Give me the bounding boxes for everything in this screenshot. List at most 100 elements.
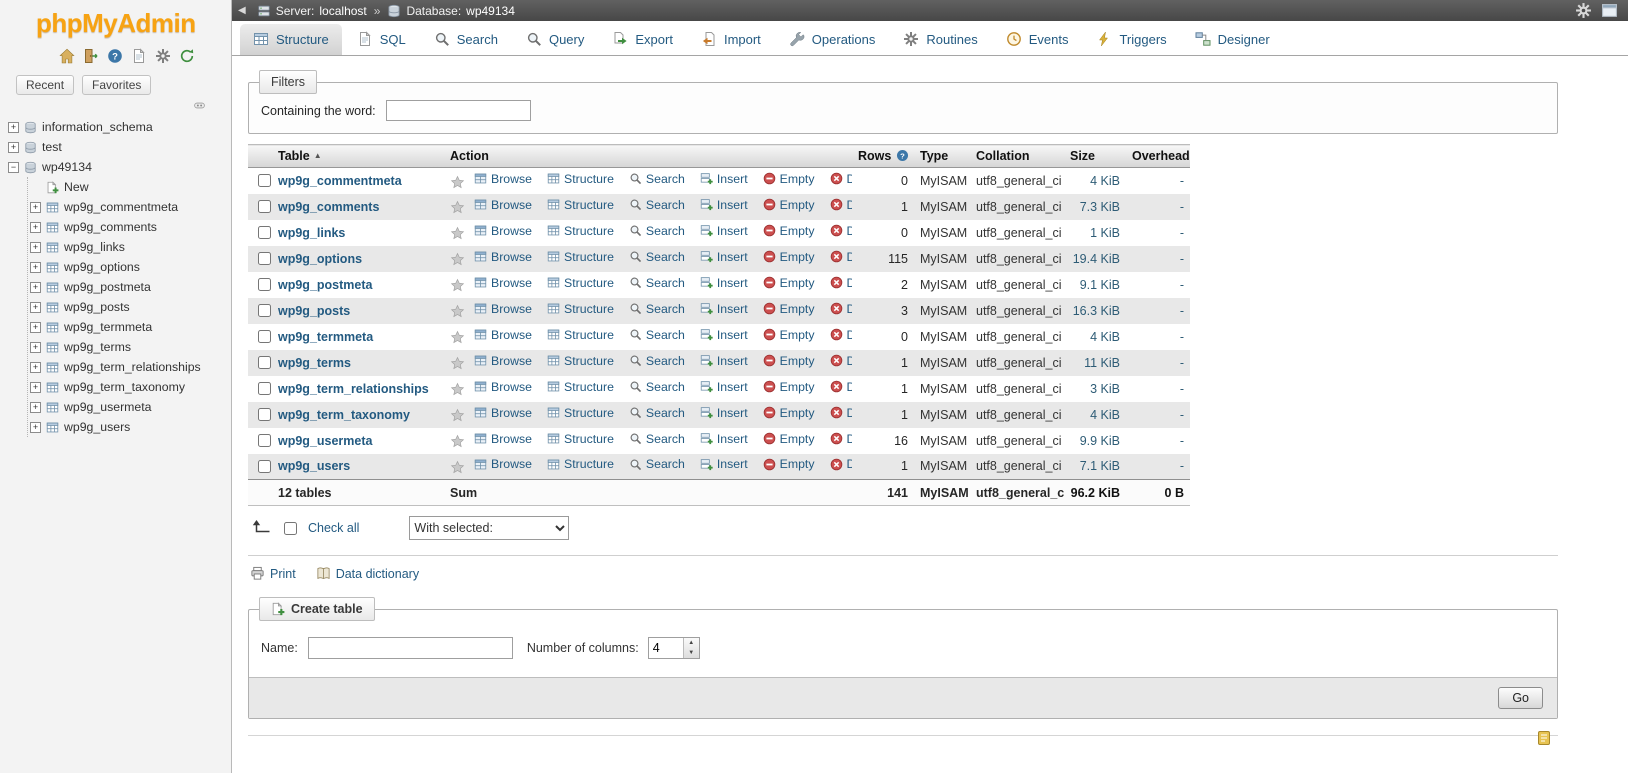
tree-item-wp9g_users[interactable]: +wp9g_users xyxy=(30,417,231,437)
expand-icon[interactable]: + xyxy=(30,342,41,353)
tree-item-wp9g_commentmeta[interactable]: +wp9g_commentmeta xyxy=(30,197,231,217)
action-browse-link[interactable]: Browse xyxy=(474,406,532,420)
action-drop-link[interactable]: Drop xyxy=(830,224,853,238)
action-drop-link[interactable]: Drop xyxy=(830,198,853,212)
tree-item-wp9g_terms[interactable]: +wp9g_terms xyxy=(30,337,231,357)
action-browse-link[interactable]: Browse xyxy=(474,198,532,212)
action-search-link[interactable]: Search xyxy=(629,250,685,264)
header-overhead[interactable]: Overhead xyxy=(1126,145,1190,168)
action-search-link[interactable]: Search xyxy=(629,276,685,290)
favorite-star-icon[interactable] xyxy=(450,226,465,241)
favorite-star-icon[interactable] xyxy=(450,175,465,190)
help-icon[interactable]: ? xyxy=(896,149,909,162)
action-search-link[interactable]: Search xyxy=(629,224,685,238)
tab-routines[interactable]: Routines xyxy=(890,24,990,55)
action-search-link[interactable]: Search xyxy=(629,380,685,394)
action-insert-link[interactable]: Insert xyxy=(700,302,748,316)
phpmyadmin-documentation-button[interactable]: ? xyxy=(106,47,124,65)
favorites-button[interactable]: Favorites xyxy=(82,75,151,95)
action-search-link[interactable]: Search xyxy=(629,328,685,342)
action-insert-link[interactable]: Insert xyxy=(700,198,748,212)
check-all-label[interactable]: Check all xyxy=(308,521,359,535)
expand-icon[interactable]: + xyxy=(30,282,41,293)
action-search-link[interactable]: Search xyxy=(629,457,685,471)
action-structure-link[interactable]: Structure xyxy=(547,276,614,290)
tree-item-wp9g_term_relationships[interactable]: +wp9g_term_relationships xyxy=(30,357,231,377)
action-browse-link[interactable]: Browse xyxy=(474,302,532,316)
action-search-link[interactable]: Search xyxy=(629,406,685,420)
preferences-gear-icon[interactable] xyxy=(1575,2,1592,19)
favorite-star-icon[interactable] xyxy=(450,356,465,371)
action-insert-link[interactable]: Insert xyxy=(700,224,748,238)
expand-icon[interactable]: + xyxy=(30,222,41,233)
action-empty-link[interactable]: Empty xyxy=(763,302,815,316)
favorite-star-icon[interactable] xyxy=(450,460,465,475)
with-selected-select[interactable]: With selected: xyxy=(409,516,569,540)
action-insert-link[interactable]: Insert xyxy=(700,380,748,394)
action-empty-link[interactable]: Empty xyxy=(763,198,815,212)
row-checkbox[interactable] xyxy=(258,356,271,369)
home-button[interactable] xyxy=(58,47,76,65)
action-empty-link[interactable]: Empty xyxy=(763,172,815,186)
action-browse-link[interactable]: Browse xyxy=(474,328,532,342)
row-checkbox[interactable] xyxy=(258,434,271,447)
favorite-star-icon[interactable] xyxy=(450,434,465,449)
favorite-star-icon[interactable] xyxy=(450,382,465,397)
action-search-link[interactable]: Search xyxy=(629,432,685,446)
action-structure-link[interactable]: Structure xyxy=(547,172,614,186)
row-checkbox[interactable] xyxy=(258,278,271,291)
print-link[interactable]: Print xyxy=(250,566,296,581)
table-name-link[interactable]: wp9g_usermeta xyxy=(278,434,372,448)
action-insert-link[interactable]: Insert xyxy=(700,354,748,368)
action-insert-link[interactable]: Insert xyxy=(700,172,748,186)
action-drop-link[interactable]: Drop xyxy=(830,380,853,394)
tree-item-wp9g_postmeta[interactable]: +wp9g_postmeta xyxy=(30,277,231,297)
table-name-link[interactable]: wp9g_terms xyxy=(278,356,351,370)
action-structure-link[interactable]: Structure xyxy=(547,380,614,394)
phpmyadmin-logo[interactable]: phpMyAdmin xyxy=(0,0,231,41)
action-structure-link[interactable]: Structure xyxy=(547,198,614,212)
action-drop-link[interactable]: Drop xyxy=(830,276,853,290)
table-name-link[interactable]: wp9g_term_relationships xyxy=(278,382,429,396)
expand-icon[interactable]: + xyxy=(30,322,41,333)
table-name-link[interactable]: wp9g_links xyxy=(278,226,345,240)
action-empty-link[interactable]: Empty xyxy=(763,328,815,342)
expand-icon[interactable]: + xyxy=(30,302,41,313)
tab-sql[interactable]: SQL xyxy=(344,24,419,55)
action-browse-link[interactable]: Browse xyxy=(474,432,532,446)
expand-icon[interactable]: + xyxy=(30,262,41,273)
action-structure-link[interactable]: Structure xyxy=(547,432,614,446)
go-button[interactable]: Go xyxy=(1498,687,1543,709)
action-structure-link[interactable]: Structure xyxy=(547,224,614,238)
action-empty-link[interactable]: Empty xyxy=(763,406,815,420)
expand-icon[interactable]: + xyxy=(30,242,41,253)
expand-icon[interactable]: + xyxy=(30,402,41,413)
action-insert-link[interactable]: Insert xyxy=(700,328,748,342)
favorite-star-icon[interactable] xyxy=(450,408,465,423)
action-search-link[interactable]: Search xyxy=(629,198,685,212)
mysql-documentation-button[interactable] xyxy=(130,47,148,65)
action-drop-link[interactable]: Drop xyxy=(830,432,853,446)
table-name-link[interactable]: wp9g_postmeta xyxy=(278,278,372,292)
row-checkbox[interactable] xyxy=(258,304,271,317)
row-checkbox[interactable] xyxy=(258,252,271,265)
row-checkbox[interactable] xyxy=(258,460,271,473)
table-name-link[interactable]: wp9g_posts xyxy=(278,304,350,318)
action-structure-link[interactable]: Structure xyxy=(547,354,614,368)
action-empty-link[interactable]: Empty xyxy=(763,250,815,264)
action-drop-link[interactable]: Drop xyxy=(830,457,853,471)
number-of-columns-input[interactable] xyxy=(649,638,683,658)
tab-export[interactable]: Export xyxy=(599,24,686,55)
favorite-star-icon[interactable] xyxy=(450,304,465,319)
action-drop-link[interactable]: Drop xyxy=(830,250,853,264)
tree-item-wp9g_links[interactable]: +wp9g_links xyxy=(30,237,231,257)
action-insert-link[interactable]: Insert xyxy=(700,457,748,471)
action-browse-link[interactable]: Browse xyxy=(474,172,532,186)
action-drop-link[interactable]: Drop xyxy=(830,172,853,186)
action-empty-link[interactable]: Empty xyxy=(763,380,815,394)
tree-item-wp9g_usermeta[interactable]: +wp9g_usermeta xyxy=(30,397,231,417)
action-drop-link[interactable]: Drop xyxy=(830,328,853,342)
table-name-link[interactable]: wp9g_users xyxy=(278,459,350,473)
tree-item-wp9g_posts[interactable]: +wp9g_posts xyxy=(30,297,231,317)
table-name-link[interactable]: wp9g_options xyxy=(278,252,362,266)
